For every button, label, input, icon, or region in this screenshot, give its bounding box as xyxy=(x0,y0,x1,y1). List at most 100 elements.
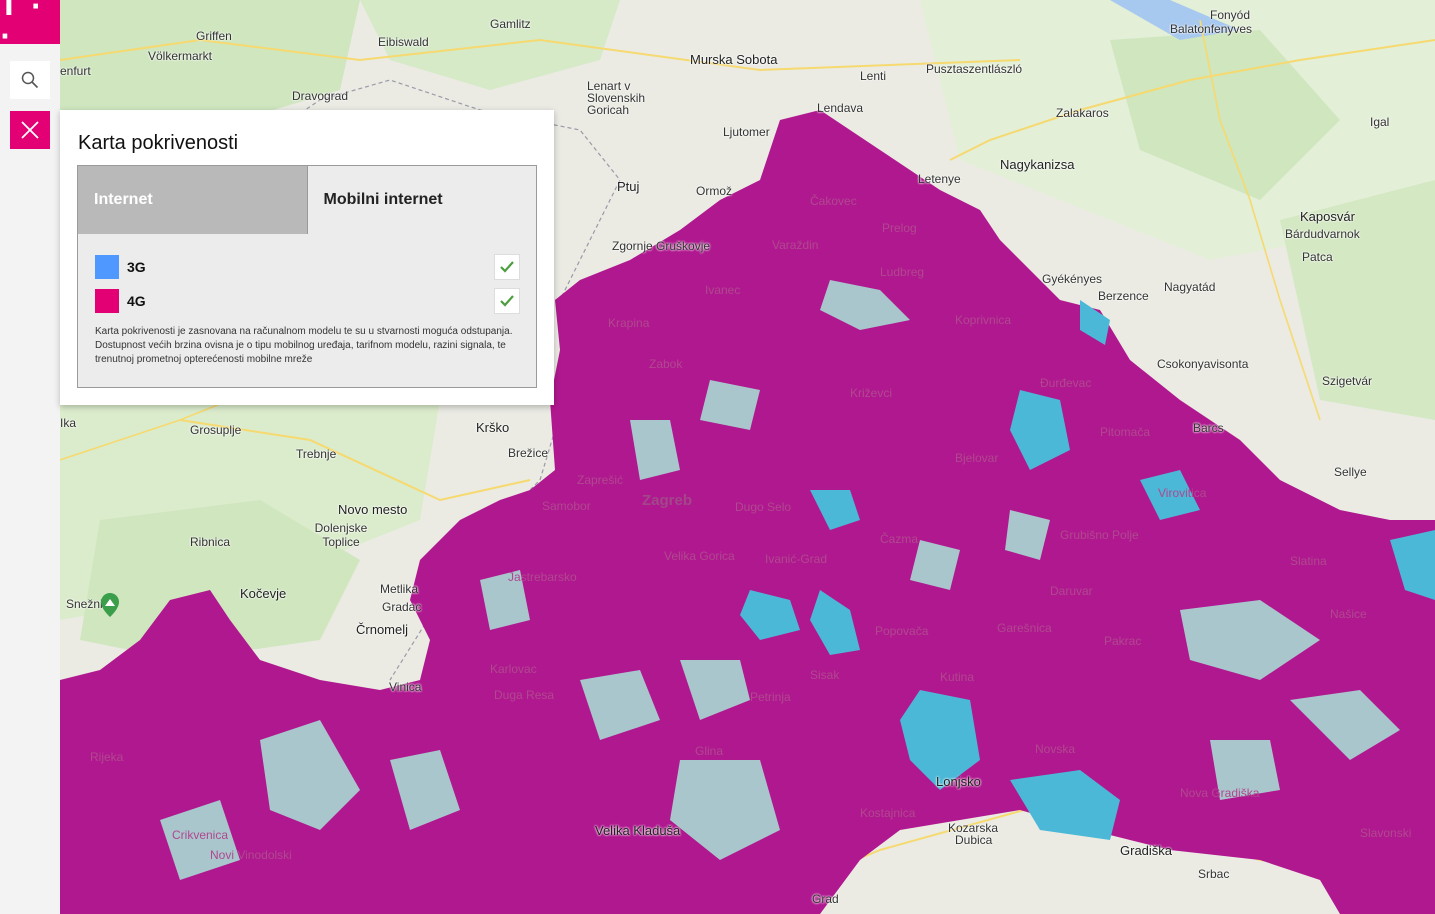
coverage-disclaimer: Karta pokrivenosti je zasnovana na račun… xyxy=(95,326,513,365)
map-label: Petrinja xyxy=(750,690,791,704)
map-label: Ivanec xyxy=(705,283,741,297)
map-label: Gradac xyxy=(382,600,422,614)
map-label: Brežice xyxy=(508,446,549,460)
map-label: Igal xyxy=(1370,115,1390,129)
tab-mobilni-internet[interactable]: Mobilni internet xyxy=(307,166,536,234)
map-label: Kočevje xyxy=(240,586,287,601)
map-label: Csokonyavisonta xyxy=(1157,357,1249,371)
map-label: Dolenjske Toplice xyxy=(314,521,368,549)
map-label: Kutina xyxy=(940,670,975,684)
map-label: Velika Gorica xyxy=(664,549,735,563)
checkmark-icon xyxy=(500,261,514,273)
map-label: Griffen xyxy=(196,29,232,43)
map-label: Balatonfenyves xyxy=(1170,22,1253,36)
map-label: Ribnica xyxy=(190,535,231,549)
tab-bar: Internet Mobilni internet xyxy=(77,165,537,235)
map-label: Ludbreg xyxy=(880,265,925,279)
map-label: Barcs xyxy=(1193,421,1224,435)
map-label: enfurt xyxy=(60,64,91,78)
map-label: Ljutomer xyxy=(723,125,770,139)
mountain-marker-icon xyxy=(101,593,119,617)
checkmark-icon xyxy=(500,295,514,307)
map-label: Slatina xyxy=(1290,554,1327,568)
map-label: Bárdudvarnok xyxy=(1285,227,1360,241)
map-label: Samobor xyxy=(542,499,591,513)
close-panel-button[interactable] xyxy=(10,111,50,149)
map-label: Nagykanizsa xyxy=(1000,157,1075,172)
search-button[interactable] xyxy=(10,61,50,99)
map-label: Völkermarkt xyxy=(148,49,213,63)
map-label: Rijeka xyxy=(90,750,124,764)
map-label: Crikvenica xyxy=(172,828,229,842)
map-label: Srbac xyxy=(1198,867,1230,881)
map-label: Varaždin xyxy=(772,238,819,252)
map-label: Fonyód xyxy=(1210,8,1251,22)
map-label: Bjelovar xyxy=(955,451,999,465)
map-label: Murska Sobota xyxy=(690,52,778,67)
map-label: Garešnica xyxy=(997,621,1052,635)
map-label: Duga Resa xyxy=(494,688,555,702)
map-label: Križevci xyxy=(850,386,893,400)
map-label: Dravograd xyxy=(292,89,349,103)
left-rail: T · · xyxy=(0,0,60,914)
map-label: Koprivnica xyxy=(955,313,1012,327)
map-label: Dubica xyxy=(955,833,993,847)
map-label: Jastrebarsko xyxy=(508,570,577,584)
map-label: Čazma xyxy=(880,532,919,546)
map-label: Prelog xyxy=(882,221,917,235)
map-label: Slavonski xyxy=(1360,826,1412,840)
map-label: Lenti xyxy=(860,69,887,83)
map-label: Zaprešić xyxy=(577,473,624,487)
map-label: Zabok xyxy=(649,357,683,371)
legend-row-4g[interactable]: 4G xyxy=(95,288,520,314)
toggle-4g-checkbox[interactable] xyxy=(494,288,520,314)
map-label: Pitomača xyxy=(1100,425,1151,439)
map-label: Pusztaszentlászló xyxy=(926,62,1023,76)
legend-row-3g[interactable]: 3G xyxy=(95,254,520,280)
map-label: Lenart v Slovenskih Goricah xyxy=(587,79,646,117)
telekom-logo[interactable]: T · · xyxy=(0,0,60,52)
map-label: Eibiswald xyxy=(378,35,429,49)
map-label: Letenye xyxy=(918,172,961,186)
map-label: Novska xyxy=(1035,742,1076,756)
map-label: Novo mesto xyxy=(338,502,408,517)
legend-swatch-3g xyxy=(95,255,119,279)
map-label: Gyékényes xyxy=(1042,272,1103,286)
legend-label-4g: 4G xyxy=(127,293,146,309)
map-label: Zalakaros xyxy=(1056,106,1109,120)
map-label: Kaposvár xyxy=(1300,209,1355,224)
map-label: Grosuplje xyxy=(190,423,242,437)
map-label: Zagreb xyxy=(642,492,693,509)
map-label: Glina xyxy=(695,744,724,758)
map-label: Metlika xyxy=(380,582,419,596)
map-label: Grad xyxy=(812,892,839,906)
map-label: Nova Gradiška xyxy=(1180,786,1260,800)
map-label: Berzence xyxy=(1098,289,1149,303)
map-label: Krško xyxy=(476,420,510,435)
map-label: Velika Kladuša xyxy=(595,823,681,838)
close-icon xyxy=(21,121,39,139)
map-label: Vinica xyxy=(389,680,422,694)
tab-internet[interactable]: Internet xyxy=(78,166,308,234)
map-label: Popovača xyxy=(875,624,929,638)
map-label: Đurđevac xyxy=(1040,376,1092,390)
map-label: Szigetvár xyxy=(1322,374,1373,388)
map-label: Novi Vinodolski xyxy=(210,848,292,862)
legend-swatch-4g xyxy=(95,289,119,313)
map-label: Daruvar xyxy=(1050,584,1093,598)
map-label: Lonjsko xyxy=(936,774,981,789)
map-label: Ika xyxy=(60,416,77,430)
map-label: Ptuj xyxy=(617,179,640,194)
map-label: Lendava xyxy=(817,101,864,115)
map-label: Sisak xyxy=(810,668,840,682)
map-label: Dugo Selo xyxy=(735,500,792,514)
map-label: Čakovec xyxy=(810,194,857,208)
map-label: Črnomelj xyxy=(356,622,409,637)
logo-text: T · · xyxy=(0,0,43,52)
map-label: Sellye xyxy=(1334,465,1367,479)
map-label: Trebnje xyxy=(296,447,337,461)
toggle-3g-checkbox[interactable] xyxy=(494,254,520,280)
map-label: Virovitica xyxy=(1158,486,1207,500)
map-label: Krapina xyxy=(608,316,650,330)
map-label: Pakrac xyxy=(1104,634,1142,648)
